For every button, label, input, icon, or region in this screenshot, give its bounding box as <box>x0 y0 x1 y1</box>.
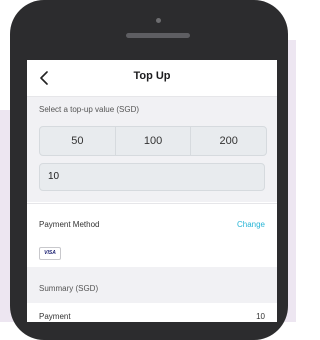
amount-selector: 50 100 200 <box>39 126 267 156</box>
page-title: Top Up <box>133 70 171 82</box>
amount-option-50[interactable]: 50 <box>40 127 115 155</box>
change-payment-link[interactable]: Change <box>237 220 265 229</box>
camera-icon <box>156 18 161 23</box>
custom-amount-input[interactable]: 10 <box>39 163 265 191</box>
summary-label: Summary (SGD) <box>39 284 99 293</box>
payment-method-label: Payment Method <box>39 220 100 229</box>
topup-section-label: Select a top-up value (SGD) <box>39 105 140 114</box>
summary-row-label: Payment <box>39 312 71 321</box>
top-bar: Top Up <box>27 60 277 97</box>
summary-row-value: 10 <box>256 312 265 321</box>
section-divider <box>27 203 277 204</box>
visa-card-icon: VISA <box>39 247 61 260</box>
app-screen: Top Up Select a top-up value (SGD) 50 10… <box>27 60 277 322</box>
amount-option-100[interactable]: 100 <box>114 127 191 155</box>
speaker-grille <box>126 33 190 38</box>
amount-option-200[interactable]: 200 <box>190 127 266 155</box>
